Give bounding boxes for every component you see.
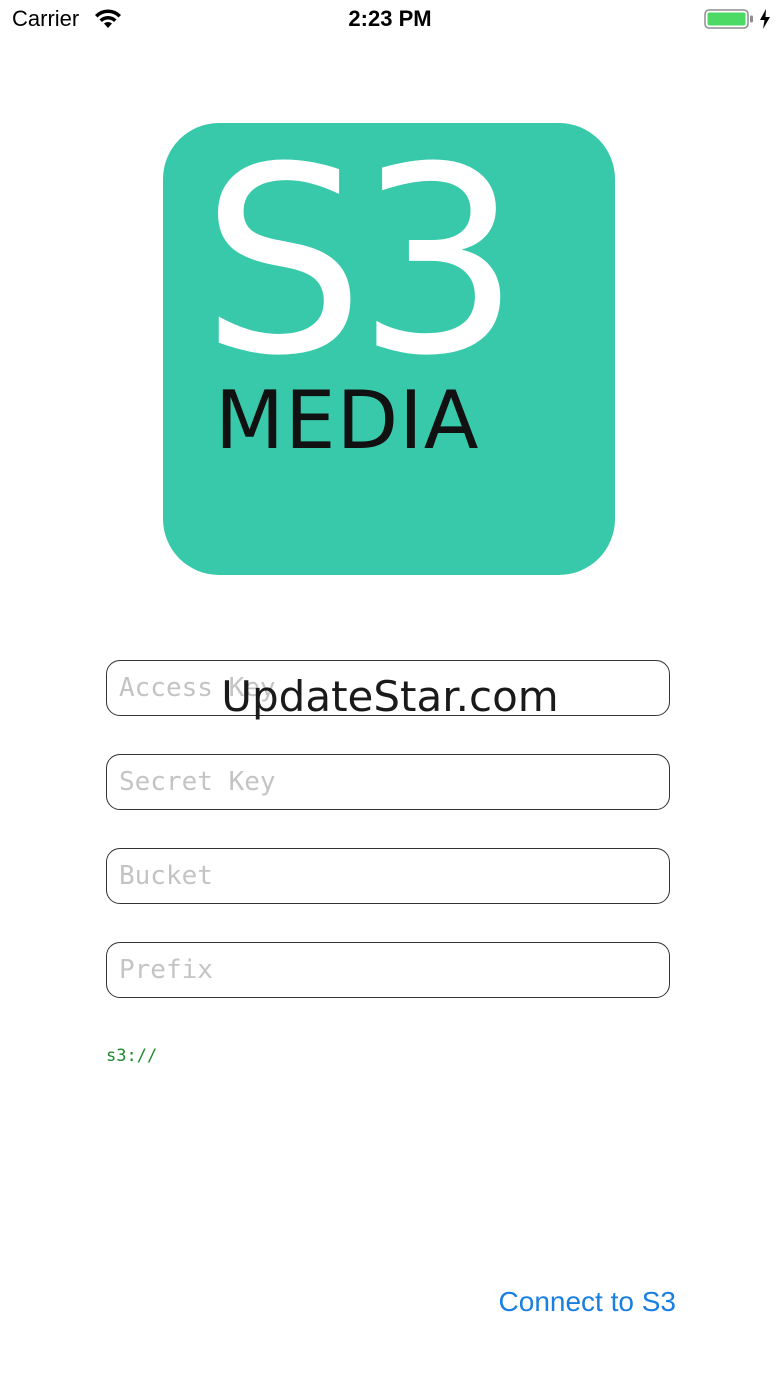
s3-path-preview: s3:// [106, 1046, 158, 1066]
connect-button[interactable]: Connect to S3 [499, 1286, 676, 1318]
prefix-field[interactable] [106, 942, 670, 998]
secret-key-field[interactable] [106, 754, 670, 810]
charging-bolt-icon [760, 9, 770, 29]
access-key-field[interactable] [106, 660, 670, 716]
status-bar: Carrier 2:23 PM [0, 0, 780, 40]
bucket-field[interactable] [106, 848, 670, 904]
clock: 2:23 PM [348, 6, 432, 31]
logo-title: S3 [201, 123, 521, 412]
battery-icon [704, 9, 753, 29]
logo-subtitle: MEDIA [215, 374, 480, 467]
app-logo: S3 MEDIA [163, 123, 615, 575]
